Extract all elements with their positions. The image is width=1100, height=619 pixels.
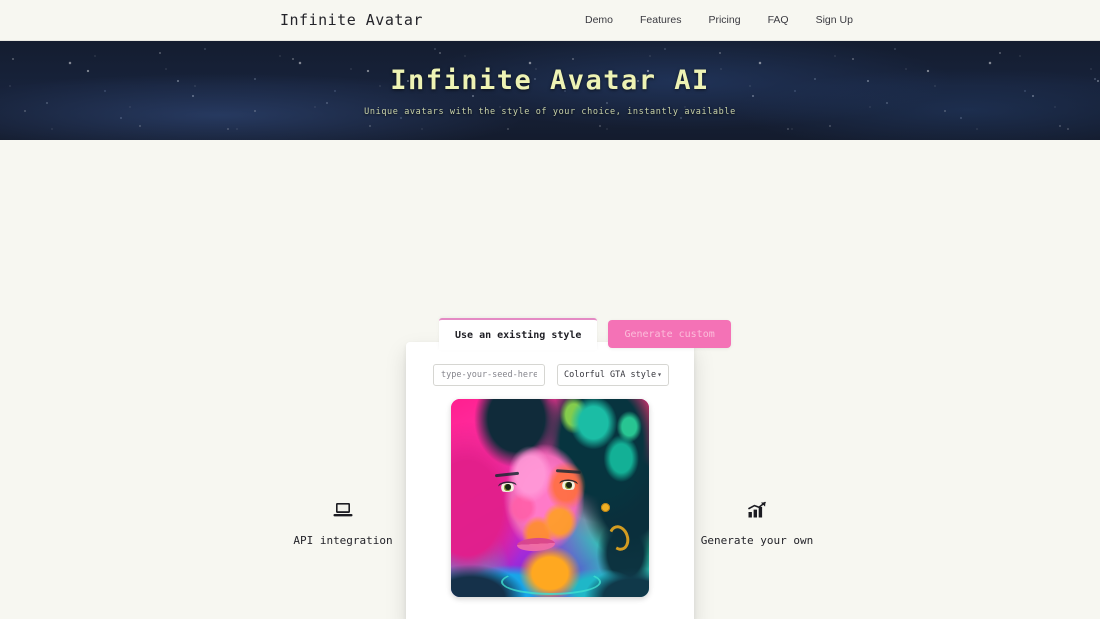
nav-link-faq[interactable]: FAQ	[768, 14, 789, 26]
chevron-down-icon: ▾	[657, 370, 662, 379]
nav-link-signup[interactable]: Sign Up	[816, 14, 853, 26]
feature-label: API integration	[293, 534, 393, 547]
hero-subtitle: Unique avatars with the style of your ch…	[364, 106, 736, 117]
avatar-earring-stud	[601, 503, 610, 512]
style-select[interactable]: Colorful GTA style ▾	[557, 364, 669, 386]
tab-generate-custom[interactable]: Generate custom	[608, 320, 731, 348]
generator-tabs: Use an existing style Generate custom	[439, 318, 731, 350]
nav-link-pricing[interactable]: Pricing	[708, 14, 740, 26]
nav-link-demo[interactable]: Demo	[585, 14, 613, 26]
hero-title: Infinite Avatar AI	[390, 64, 710, 96]
avatar-pupil-right	[566, 482, 572, 488]
feature-label: Generate your own	[700, 534, 814, 547]
seed-input[interactable]	[433, 364, 545, 386]
avatar-shoulders	[451, 399, 649, 597]
bar-chart-up-icon	[747, 498, 767, 522]
main-content: Use an existing style Generate custom Co…	[0, 140, 1100, 619]
avatar-necklace	[501, 569, 601, 595]
hero-banner: Infinite Avatar AI Unique avatars with t…	[0, 41, 1100, 140]
laptop-icon	[333, 498, 353, 522]
feature-api-integration[interactable]: API integration	[274, 498, 412, 547]
nav-links: Demo Features Pricing FAQ Sign Up	[585, 14, 853, 26]
style-select-value: Colorful GTA style	[564, 370, 657, 380]
generator-card: Colorful GTA style ▾	[406, 342, 694, 619]
brand-logo[interactable]: Infinite Avatar	[280, 11, 423, 29]
nav-link-features[interactable]: Features	[640, 14, 681, 26]
feature-generate-your-own[interactable]: Generate your own	[688, 498, 826, 547]
avatar-pupil-left	[505, 484, 511, 490]
tab-use-existing-style[interactable]: Use an existing style	[439, 318, 598, 350]
avatar-image	[451, 399, 649, 597]
navbar: Infinite Avatar Demo Features Pricing FA…	[0, 0, 1100, 41]
